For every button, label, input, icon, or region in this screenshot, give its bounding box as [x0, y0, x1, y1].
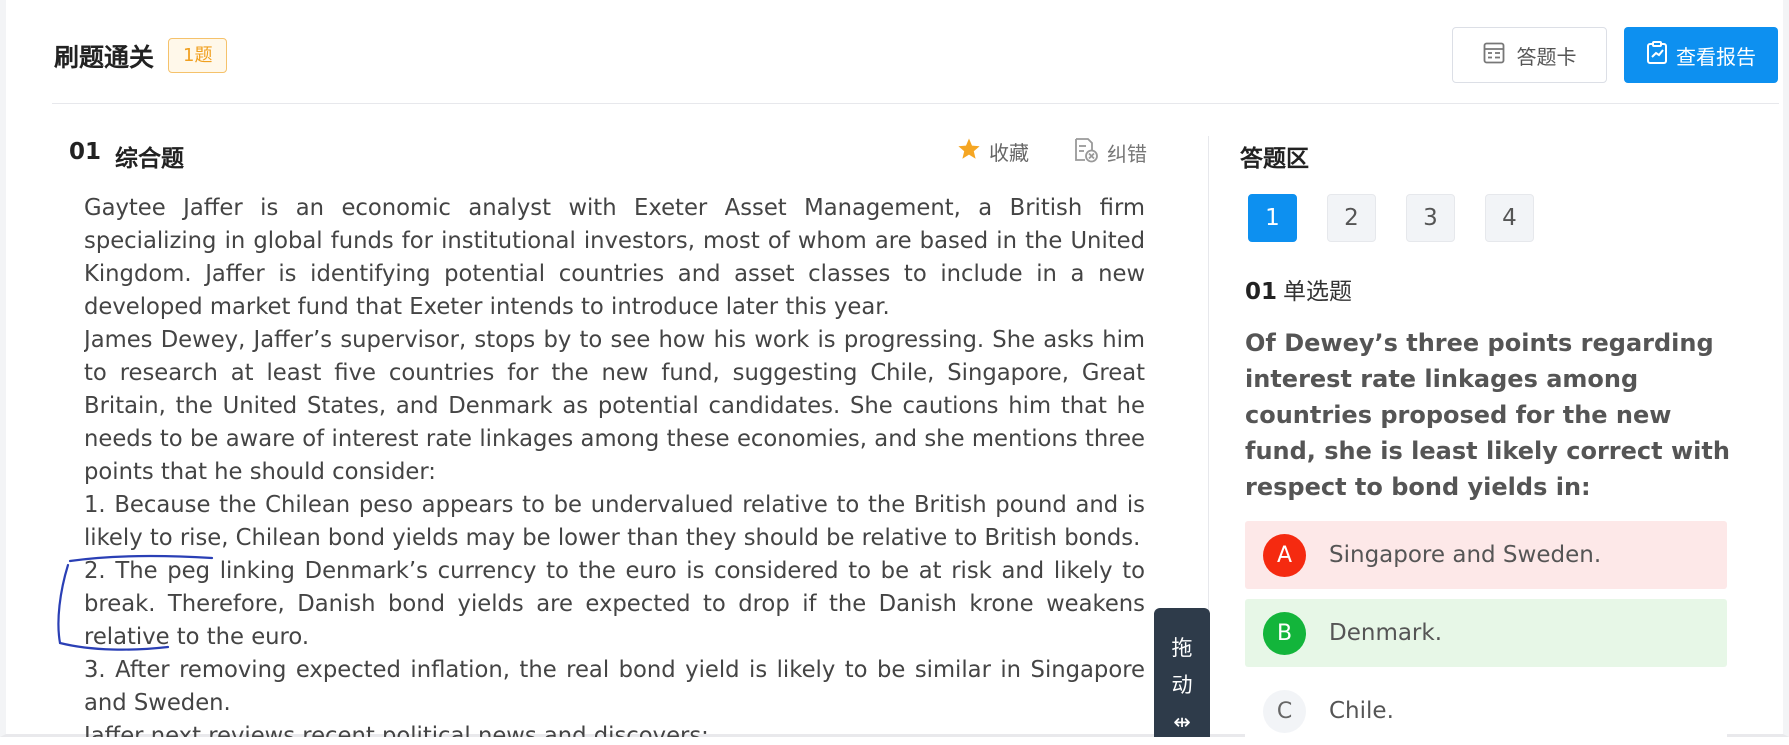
question-tab-1[interactable]: 1	[1248, 194, 1297, 242]
option-letter-b: B	[1263, 611, 1306, 655]
question-type: 综合题	[115, 146, 184, 172]
page-title: 刷题通关	[54, 43, 155, 72]
passage-paragraph: 3. After removing expected inflation, th…	[84, 657, 1145, 716]
option-b[interactable]: B Denmark.	[1245, 599, 1727, 667]
option-text-c: Chile.	[1329, 698, 1394, 724]
answer-card-icon	[1483, 42, 1505, 69]
header-divider	[52, 103, 1779, 104]
question-count-badge: 1题	[168, 38, 228, 73]
answer-area-title: 答题区	[1240, 146, 1309, 172]
drag-label: 动	[1171, 673, 1193, 697]
sub-question-header: 01 单选题	[1245, 272, 1352, 306]
option-a[interactable]: A Singapore and Sweden.	[1245, 521, 1727, 589]
option-c[interactable]: C Chile.	[1245, 677, 1727, 745]
report-clipboard-icon	[1646, 40, 1668, 70]
option-text-b: Denmark.	[1329, 620, 1443, 646]
view-report-button[interactable]: 查看报告	[1624, 27, 1778, 83]
passage-paragraph: 1. Because the Chilean peso appears to b…	[84, 492, 1145, 551]
pen-annotation-mark	[57, 554, 214, 651]
drag-label: 拖	[1171, 636, 1193, 660]
question-tab-3[interactable]: 3	[1406, 194, 1455, 242]
option-letter-c: C	[1263, 689, 1306, 733]
question-tab-2[interactable]: 2	[1327, 194, 1376, 242]
answer-card-label: 答题卡	[1516, 44, 1577, 69]
question-number: 01	[69, 139, 102, 165]
star-icon	[957, 137, 981, 166]
passage-paragraph: James Dewey, Jaffer’s supervisor, stops …	[84, 327, 1145, 485]
sub-question-number: 01	[1245, 279, 1278, 305]
passage-paragraph: Gaytee Jaffer is an economic analyst wit…	[84, 195, 1145, 320]
question-passage: Gaytee Jaffer is an economic analyst wit…	[84, 192, 1145, 737]
sub-question-type: 单选题	[1283, 279, 1353, 305]
passage-paragraph: Jaffer next reviews recent political new…	[84, 723, 709, 737]
favorite-button[interactable]: 收藏	[957, 137, 1029, 166]
option-letter-a: A	[1263, 533, 1306, 577]
question-stem: Of Dewey’s three points regarding intere…	[1245, 329, 1730, 501]
report-error-button[interactable]: 纠错	[1073, 137, 1147, 168]
option-text-a: Singapore and Sweden.	[1329, 542, 1602, 568]
answer-card-button[interactable]: 答题卡	[1452, 27, 1607, 83]
question-tabs: 1 2 3 4	[1248, 194, 1534, 242]
passage-paragraph: 2. The peg linking Denmark’s currency to…	[84, 558, 1145, 650]
panel-resize-handle[interactable]: 拖 动 ⇹	[1154, 608, 1210, 737]
favorite-label: 收藏	[989, 141, 1029, 165]
report-error-icon	[1073, 137, 1099, 168]
question-tab-4[interactable]: 4	[1485, 194, 1534, 242]
report-error-label: 纠错	[1107, 142, 1147, 166]
view-report-label: 查看报告	[1676, 44, 1756, 69]
drag-arrows-icon: ⇹	[1173, 710, 1191, 734]
